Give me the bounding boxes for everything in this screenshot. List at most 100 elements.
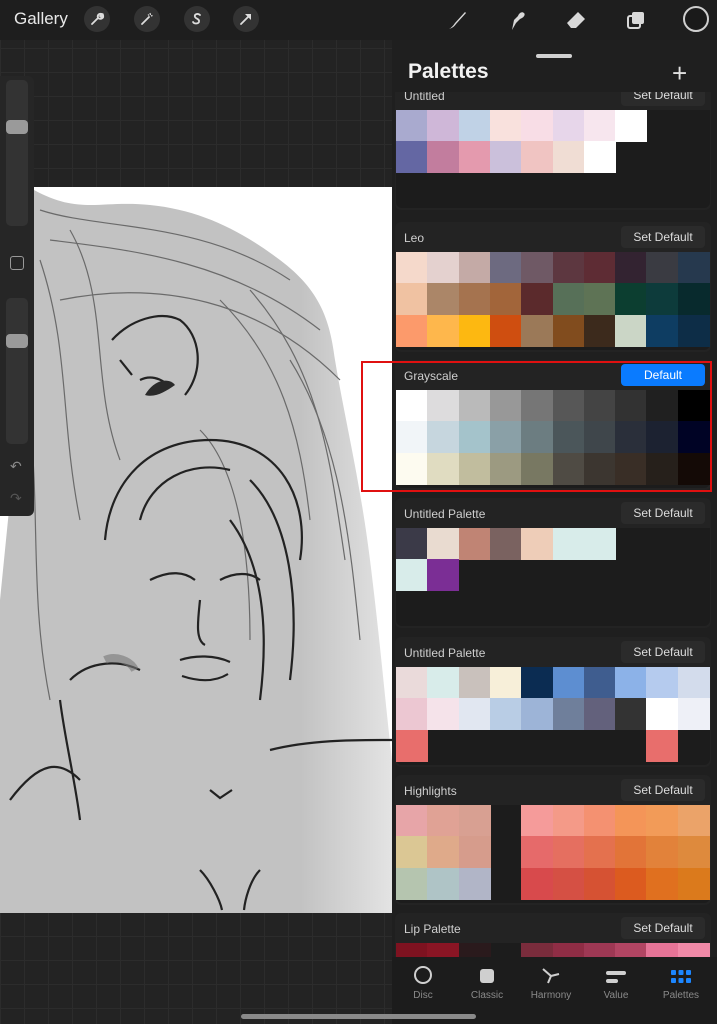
color-swatch[interactable]	[615, 867, 648, 900]
color-swatch[interactable]	[677, 836, 710, 869]
color-swatch[interactable]	[427, 943, 460, 957]
arrow-transform-icon[interactable]	[233, 6, 259, 32]
color-swatch[interactable]	[458, 421, 491, 454]
palette-name[interactable]: Lip Palette	[404, 922, 461, 936]
color-swatch[interactable]	[677, 390, 710, 422]
color-swatch[interactable]	[396, 698, 428, 731]
color-swatch[interactable]	[458, 252, 491, 284]
color-swatch[interactable]	[583, 390, 616, 422]
color-swatch[interactable]	[552, 452, 585, 485]
magic-wand-icon[interactable]	[134, 6, 160, 32]
palette-name[interactable]: Grayscale	[404, 369, 458, 383]
color-swatch[interactable]	[646, 836, 679, 869]
color-swatch[interactable]	[489, 110, 522, 142]
color-swatch[interactable]	[521, 836, 554, 869]
color-swatch[interactable]	[489, 667, 522, 699]
color-swatch[interactable]	[521, 421, 554, 454]
color-swatch[interactable]	[458, 110, 491, 142]
palette-name[interactable]: Untitled Palette	[404, 646, 485, 660]
color-swatch[interactable]	[427, 805, 460, 837]
brush-icon[interactable]	[443, 6, 471, 34]
color-swatch[interactable]	[396, 836, 428, 869]
color-swatch[interactable]	[489, 528, 522, 560]
color-swatch[interactable]	[396, 141, 428, 174]
color-swatch[interactable]	[615, 698, 648, 731]
color-swatch[interactable]	[583, 421, 616, 454]
color-swatch[interactable]	[521, 452, 554, 485]
color-swatch[interactable]	[489, 314, 522, 347]
color-swatch[interactable]	[427, 698, 460, 731]
tab-value[interactable]: Value	[586, 957, 646, 1001]
color-swatch[interactable]	[677, 805, 710, 837]
color-swatch[interactable]	[427, 314, 460, 347]
color-swatch[interactable]	[427, 667, 460, 699]
undo-icon[interactable]: ↶	[10, 458, 22, 475]
color-swatch[interactable]	[458, 141, 491, 174]
color-swatch[interactable]	[489, 698, 522, 731]
color-swatch[interactable]	[646, 421, 679, 454]
color-swatch[interactable]	[552, 698, 585, 731]
color-swatch[interactable]	[458, 836, 491, 869]
color-swatch[interactable]	[583, 943, 616, 957]
color-swatch[interactable]	[552, 667, 585, 699]
color-swatch[interactable]	[583, 836, 616, 869]
color-swatch[interactable]	[521, 110, 554, 142]
color-swatch[interactable]	[552, 252, 585, 284]
palette-name[interactable]: Highlights	[404, 784, 457, 798]
color-swatch[interactable]	[427, 867, 460, 900]
color-swatch[interactable]	[396, 314, 428, 347]
color-swatch[interactable]	[583, 452, 616, 485]
color-swatch[interactable]	[396, 528, 428, 560]
color-swatch[interactable]	[677, 252, 710, 284]
add-palette-button[interactable]: +	[672, 58, 687, 89]
color-swatch[interactable]	[615, 805, 648, 837]
color-swatch[interactable]	[521, 943, 554, 957]
panel-grabber[interactable]	[536, 54, 572, 58]
set-default-button[interactable]: Set Default	[621, 92, 705, 106]
color-swatch[interactable]	[646, 314, 679, 347]
color-swatch[interactable]	[615, 252, 648, 284]
tab-palettes[interactable]: Palettes	[651, 957, 711, 1001]
color-swatch[interactable]	[615, 390, 648, 422]
color-swatch[interactable]	[677, 698, 710, 731]
color-swatch[interactable]	[458, 452, 491, 485]
color-swatch[interactable]	[583, 805, 616, 837]
color-swatch[interactable]	[583, 698, 616, 731]
color-swatch[interactable]	[458, 528, 491, 560]
color-swatch[interactable]	[489, 421, 522, 454]
gallery-button[interactable]: Gallery	[14, 9, 68, 29]
color-swatch[interactable]	[396, 729, 428, 762]
color-swatch[interactable]	[458, 283, 491, 316]
opacity-thumb[interactable]	[6, 334, 28, 348]
modify-button[interactable]	[10, 256, 24, 270]
color-swatch[interactable]	[427, 452, 460, 485]
smudge-icon[interactable]	[502, 6, 530, 34]
palette-card[interactable]: Untitled Palette Set Default	[395, 637, 711, 767]
palette-card[interactable]: Lip Palette Set Default	[395, 913, 711, 957]
color-swatch[interactable]	[521, 141, 554, 174]
color-swatch[interactable]	[552, 943, 585, 957]
color-swatch[interactable]	[458, 867, 491, 900]
color-swatch[interactable]	[615, 314, 648, 347]
palette-name[interactable]: Untitled	[404, 92, 445, 103]
color-swatch[interactable]	[489, 283, 522, 316]
color-swatch[interactable]	[427, 283, 460, 316]
color-swatch[interactable]	[489, 452, 522, 485]
palette-name[interactable]: Untitled Palette	[404, 507, 485, 521]
color-swatch[interactable]	[396, 421, 428, 454]
color-swatch[interactable]	[583, 110, 616, 142]
color-swatch[interactable]	[583, 141, 616, 174]
color-swatch[interactable]	[458, 314, 491, 347]
color-swatch[interactable]	[427, 141, 460, 174]
color-swatch[interactable]	[396, 452, 428, 485]
palette-card[interactable]: Untitled Set Default	[395, 92, 711, 210]
color-swatch[interactable]	[615, 110, 648, 142]
color-swatch[interactable]	[552, 390, 585, 422]
palette-list[interactable]: Untitled Set Default Leo Set Default Graysca…	[392, 92, 717, 957]
layers-icon[interactable]	[622, 6, 650, 34]
color-swatch[interactable]	[583, 867, 616, 900]
palette-name[interactable]: Leo	[404, 231, 424, 245]
color-swatch[interactable]	[677, 943, 710, 957]
color-swatch[interactable]	[552, 805, 585, 837]
color-swatch[interactable]	[646, 698, 679, 731]
